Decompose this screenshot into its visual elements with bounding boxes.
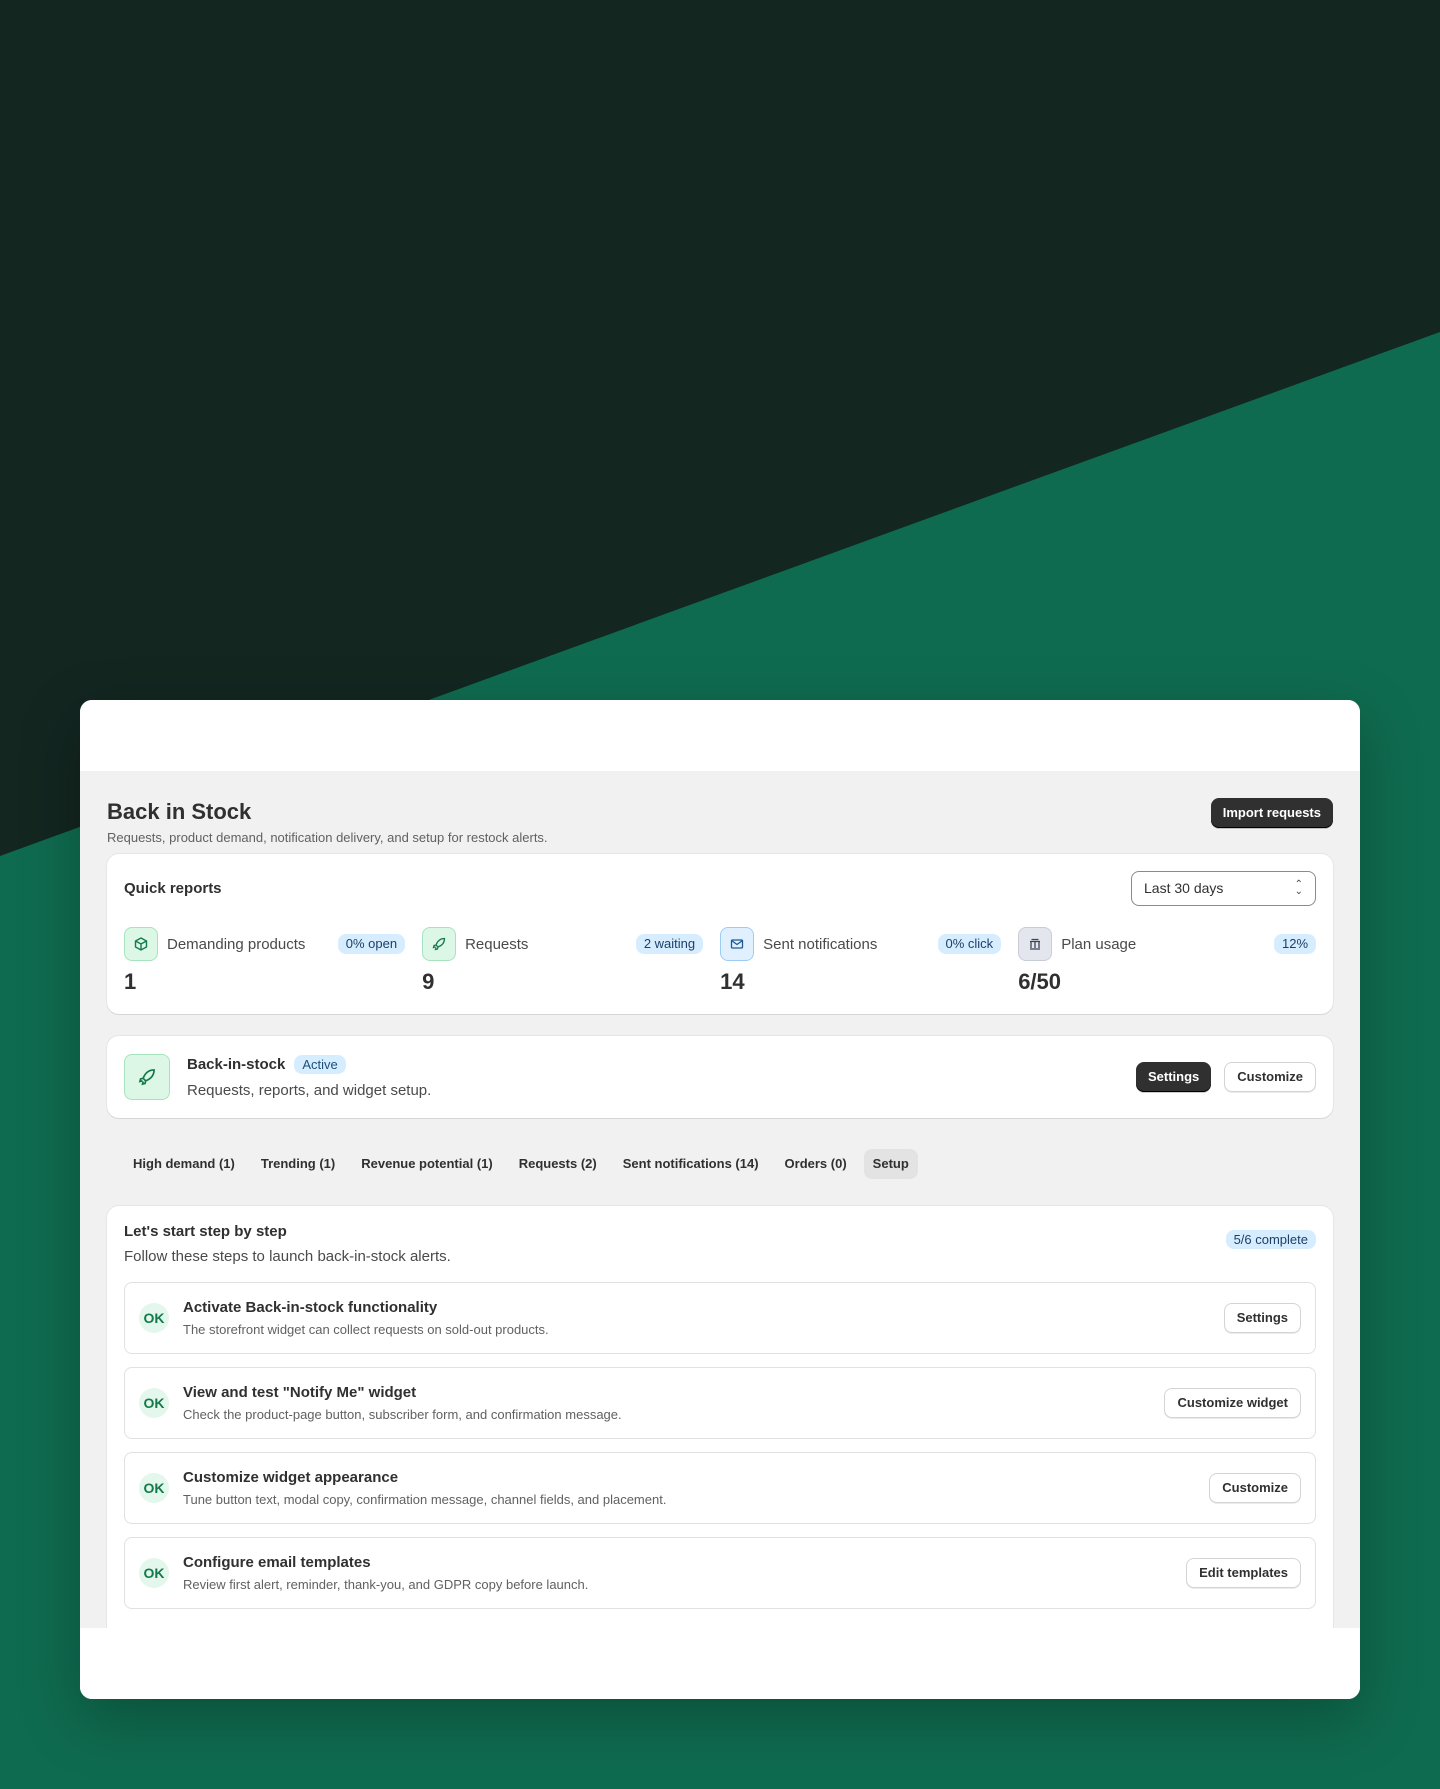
ok-badge: OK: [139, 1388, 169, 1418]
app-window: Back in Stock Requests, product demand, …: [80, 700, 1360, 1699]
cube-icon: [124, 927, 158, 961]
settings-button[interactable]: Settings: [1135, 1062, 1212, 1092]
rocket-icon: [124, 1054, 170, 1100]
stat-label: Plan usage: [1061, 935, 1137, 953]
stat-badge: 2 waiting: [635, 934, 704, 954]
ok-badge: OK: [139, 1303, 169, 1333]
edit-templates-button[interactable]: Edit templates: [1186, 1558, 1301, 1588]
tab-revenue-potential[interactable]: Revenue potential (1): [352, 1149, 501, 1179]
feature-description: Requests, reports, and widget setup.: [187, 1082, 432, 1099]
stat-plan-usage[interactable]: Plan usage 12% 6/50: [1018, 927, 1317, 995]
mail-icon: [720, 927, 755, 961]
date-range-value: Last 30 days: [1144, 880, 1224, 896]
tab-high-demand[interactable]: High demand (1): [124, 1149, 244, 1179]
progress-badge: 5/6 complete: [1225, 1230, 1316, 1249]
rocket-icon: [422, 927, 457, 961]
step-description: Tune button text, modal copy, confirmati…: [183, 1492, 667, 1507]
ok-badge: OK: [139, 1473, 169, 1503]
window-top-bar: [80, 700, 1360, 771]
step-title: Customize widget appearance: [183, 1469, 399, 1486]
tab-bar: High demand (1) Trending (1) Revenue pot…: [107, 1149, 1333, 1179]
stat-value: 14: [720, 969, 745, 994]
step-settings-button[interactable]: Settings: [1223, 1303, 1301, 1333]
date-range-select[interactable]: Last 30 days ⌃ ⌄: [1131, 870, 1316, 906]
step-description: Review first alert, reminder, thank-you,…: [183, 1577, 589, 1592]
step-customize-button[interactable]: Customize: [1209, 1473, 1301, 1503]
tab-orders[interactable]: Orders (0): [776, 1149, 856, 1179]
stat-requests[interactable]: Requests 2 waiting 9: [422, 927, 720, 995]
stat-badge: 12%: [1273, 934, 1317, 954]
page-title: Back in Stock: [107, 799, 252, 824]
select-arrows-icon: ⌃ ⌄: [1294, 879, 1303, 897]
stat-value: 9: [422, 969, 435, 994]
quick-reports-title: Quick reports: [124, 879, 222, 897]
ok-badge: OK: [139, 1558, 169, 1588]
stat-demanding-products[interactable]: Demanding products 0% open 1: [124, 927, 422, 995]
stat-label: Demanding products: [167, 935, 306, 953]
step-description: The storefront widget can collect reques…: [183, 1322, 549, 1337]
stat-value: 6/50: [1018, 969, 1062, 994]
step-item: OK Customize widget appearance Tune butt…: [124, 1452, 1316, 1524]
step-item: OK View and test "Notify Me" widget Chec…: [124, 1367, 1316, 1439]
stat-label: Requests: [465, 935, 529, 953]
tab-setup[interactable]: Setup: [863, 1149, 918, 1179]
step-description: Check the product-page button, subscribe…: [183, 1407, 622, 1422]
stat-value: 1: [124, 969, 137, 994]
page-subtitle: Requests, product demand, notification d…: [107, 830, 548, 845]
tab-sent-notifications[interactable]: Sent notifications (14): [614, 1149, 768, 1179]
stat-label: Sent notifications: [763, 935, 878, 953]
page-header: Back in Stock Requests, product demand, …: [107, 798, 1333, 854]
stat-badge: 0% open: [337, 934, 406, 954]
step-item: OK Configure email templates Review firs…: [124, 1537, 1316, 1609]
step-item: OK Activate Back-in-stock functionality …: [124, 1282, 1316, 1354]
bank-icon: [1018, 927, 1053, 961]
import-requests-button[interactable]: Import requests: [1210, 798, 1333, 828]
stats-row: Demanding products 0% open 1 Requests 2 …: [124, 927, 1317, 995]
customize-widget-button[interactable]: Customize widget: [1164, 1388, 1301, 1418]
steps-title: Let's start step by step: [124, 1223, 287, 1240]
setup-steps-card: Let's start step by step Follow these st…: [107, 1206, 1333, 1628]
feature-title: Back-in-stock: [187, 1056, 286, 1073]
page-content: Back in Stock Requests, product demand, …: [80, 771, 1360, 1628]
tab-trending[interactable]: Trending (1): [252, 1149, 344, 1179]
quick-reports-card: Quick reports Last 30 days ⌃ ⌄ Demanding …: [107, 854, 1333, 1014]
stat-badge: 0% click: [937, 934, 1002, 954]
step-title: Activate Back-in-stock functionality: [183, 1299, 438, 1316]
tab-requests[interactable]: Requests (2): [510, 1149, 606, 1179]
step-title: Configure email templates: [183, 1554, 371, 1571]
status-badge: Active: [294, 1055, 346, 1074]
stat-sent-notifications[interactable]: Sent notifications 0% click 14: [720, 927, 1018, 995]
window-bottom-bar: [80, 1628, 1360, 1699]
back-in-stock-feature-card: Back-in-stock Active Requests, reports, …: [107, 1036, 1333, 1118]
customize-button[interactable]: Customize: [1224, 1062, 1316, 1092]
step-title: View and test "Notify Me" widget: [183, 1384, 417, 1401]
steps-description: Follow these steps to launch back-in-sto…: [124, 1248, 451, 1265]
